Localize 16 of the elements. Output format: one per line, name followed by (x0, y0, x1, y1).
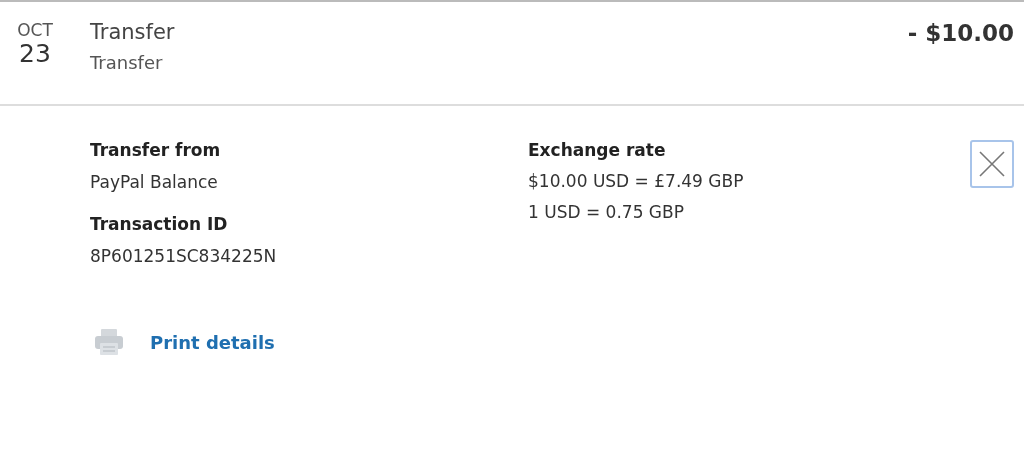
date-day: 23 (19, 40, 51, 68)
detail-value: PayPal Balance (90, 172, 219, 192)
print-details-link[interactable]: Print details (150, 331, 275, 353)
detail-label: Transfer from (90, 140, 222, 160)
close-icon (977, 149, 1007, 179)
detail-value: 1 USD = 0.75 GBP (528, 202, 685, 222)
detail-label: Transaction ID (90, 214, 229, 234)
date-month: OCT (17, 20, 53, 40)
detail-value: $10.00 USD = £7.49 GBP (528, 171, 745, 191)
transaction-title: Transfer (90, 20, 175, 44)
detail-label: Exchange rate (528, 140, 667, 160)
transaction-type: Transfer (90, 52, 164, 73)
close-button[interactable] (970, 140, 1014, 188)
printer-icon (94, 328, 124, 356)
detail-value: 8P601251SC834225N (90, 246, 278, 266)
transaction-amount: - $10.00 (907, 20, 1014, 46)
